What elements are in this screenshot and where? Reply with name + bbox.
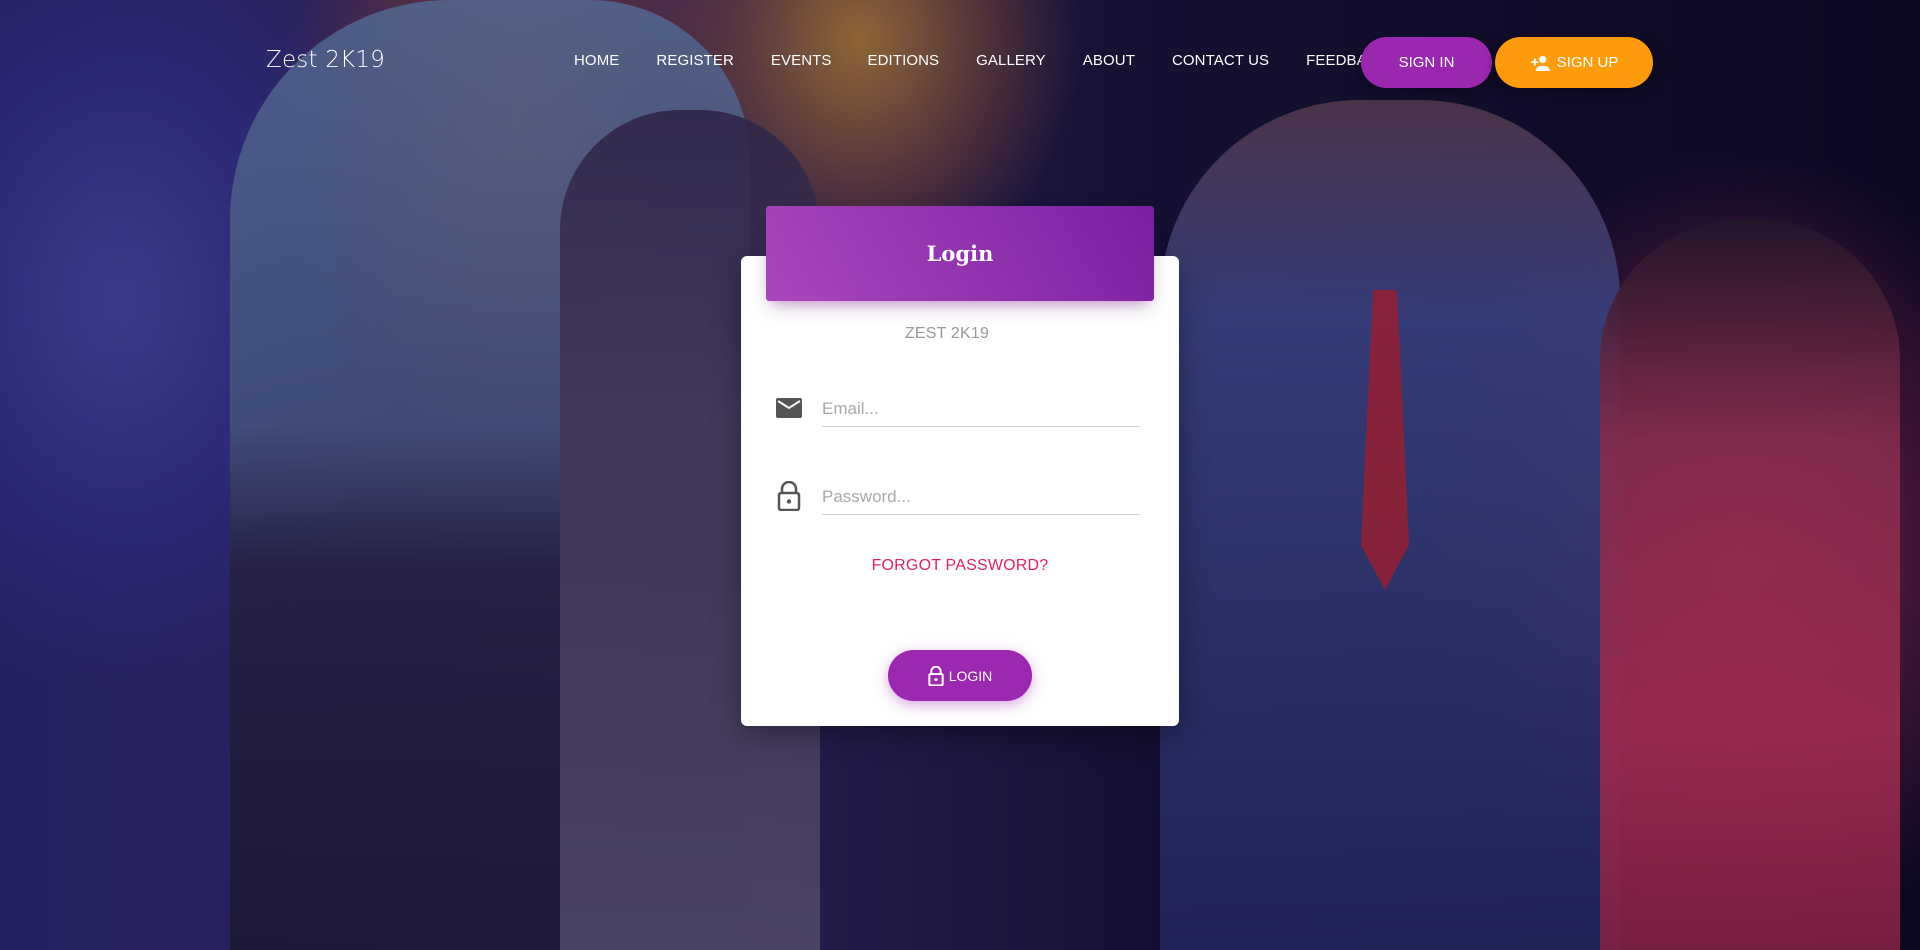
sign-up-label: SIGN UP xyxy=(1556,54,1619,71)
sign-in-label: SIGN IN xyxy=(1398,54,1455,71)
nav-links: HOME REGISTER EVENTS EDITIONS GALLERY AB… xyxy=(574,52,1388,69)
login-subtitle: ZEST 2K19 xyxy=(904,325,990,342)
person-add-icon xyxy=(1530,55,1550,71)
lock-icon xyxy=(777,480,801,516)
nav-home[interactable]: HOME xyxy=(574,52,619,69)
login-title: Login xyxy=(926,241,994,266)
forgot-password-link[interactable]: FORGOT PASSWORD? xyxy=(741,557,1179,575)
login-button-label: LOGIN xyxy=(948,667,993,684)
navbar: Zest 2K19 HOME REGISTER EVENTS EDITIONS … xyxy=(0,0,1920,124)
sign-up-button[interactable]: SIGN UP xyxy=(1495,37,1653,88)
nav-contact-us[interactable]: CONTACT US xyxy=(1172,52,1269,69)
nav-events[interactable]: EVENTS xyxy=(771,52,832,69)
password-field[interactable] xyxy=(822,479,1140,515)
login-card-header: Login xyxy=(766,206,1154,301)
nav-editions[interactable]: EDITIONS xyxy=(868,52,940,69)
brand-logo[interactable]: Zest 2K19 xyxy=(266,47,385,73)
email-icon xyxy=(775,396,803,425)
lock-icon xyxy=(928,665,944,686)
nav-about[interactable]: ABOUT xyxy=(1083,52,1135,69)
nav-register[interactable]: REGISTER xyxy=(656,52,733,69)
sign-in-button[interactable]: SIGN IN xyxy=(1361,37,1492,88)
login-button[interactable]: LOGIN xyxy=(888,650,1032,701)
nav-gallery[interactable]: GALLERY xyxy=(976,52,1046,69)
email-field[interactable] xyxy=(822,391,1140,427)
